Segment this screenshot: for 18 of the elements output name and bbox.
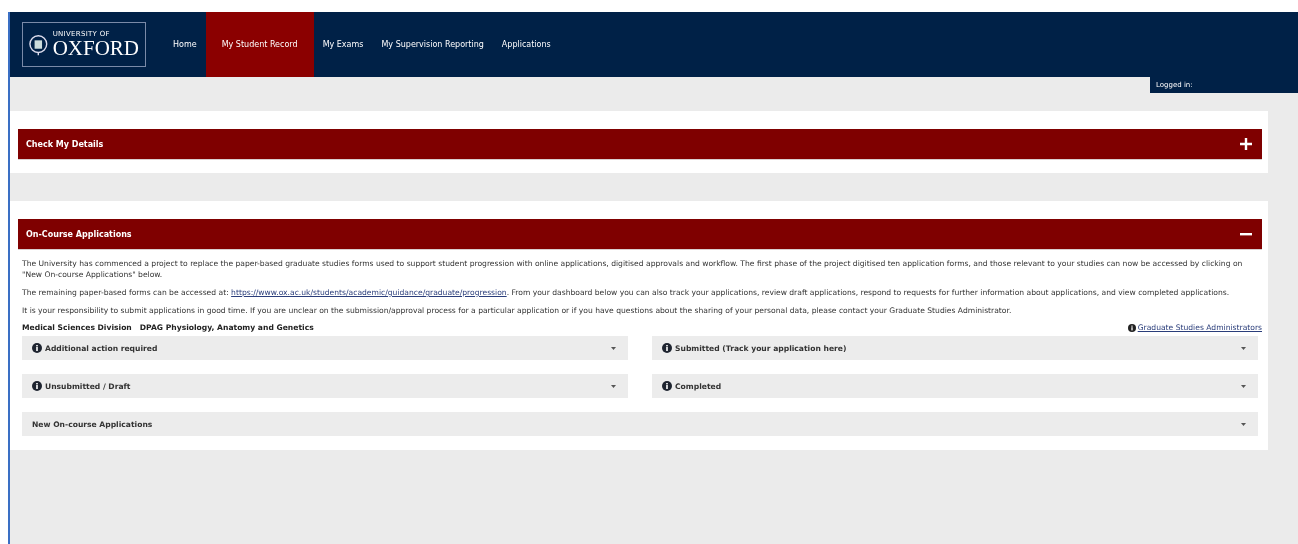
nav-tab[interactable]: My Exams bbox=[313, 12, 373, 77]
caret-icon bbox=[1241, 384, 1246, 388]
plus-icon bbox=[1240, 138, 1252, 150]
caret-icon bbox=[611, 384, 616, 388]
caret-icon bbox=[1241, 346, 1246, 350]
nav-tab[interactable]: Home bbox=[164, 12, 206, 77]
logo-title: OXFORD bbox=[52, 38, 139, 59]
panel-header[interactable]: On-Course Applications bbox=[18, 219, 1262, 250]
nav-tab[interactable]: My Student Record bbox=[205, 12, 314, 77]
caret-icon bbox=[611, 346, 616, 350]
info-icon bbox=[1127, 323, 1136, 332]
panel-title: On-Course Applications bbox=[26, 229, 132, 239]
nav-tab[interactable]: Applications bbox=[492, 12, 560, 77]
panel-header[interactable]: Check My Details bbox=[18, 129, 1262, 160]
caret-icon bbox=[1241, 422, 1246, 426]
crest-icon bbox=[29, 32, 48, 57]
nav-tab[interactable]: My Supervision Reporting bbox=[372, 12, 493, 77]
panel-title: Check My Details bbox=[26, 139, 104, 149]
